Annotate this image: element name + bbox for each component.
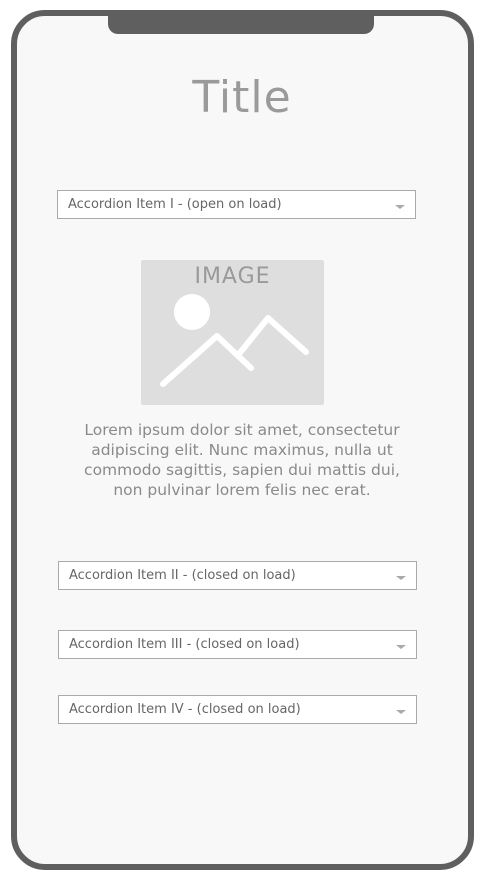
accordion-item-1[interactable]: Accordion Item I - (open on load) <box>57 190 416 219</box>
accordion-item-3-label: Accordion Item III - (closed on load) <box>69 637 300 652</box>
chevron-down-icon <box>395 204 405 209</box>
accordion-item-2-label: Accordion Item II - (closed on load) <box>69 568 296 583</box>
body-paragraph: Lorem ipsum dolor sit amet, consectetur … <box>84 421 400 499</box>
image-label: IMAGE <box>194 264 271 289</box>
chevron-down-icon <box>396 644 406 649</box>
image-placeholder: IMAGE <box>141 260 324 405</box>
phone-notch <box>108 10 374 34</box>
chevron-down-icon <box>396 575 406 580</box>
page-title: Title <box>192 72 292 123</box>
accordion-item-3[interactable]: Accordion Item III - (closed on load) <box>58 630 417 659</box>
accordion-item-4-label: Accordion Item IV - (closed on load) <box>69 702 301 717</box>
accordion-item-1-label: Accordion Item I - (open on load) <box>68 197 282 212</box>
accordion-item-2[interactable]: Accordion Item II - (closed on load) <box>58 561 417 590</box>
chevron-down-icon <box>396 709 406 714</box>
accordion-item-4[interactable]: Accordion Item IV - (closed on load) <box>58 695 417 724</box>
